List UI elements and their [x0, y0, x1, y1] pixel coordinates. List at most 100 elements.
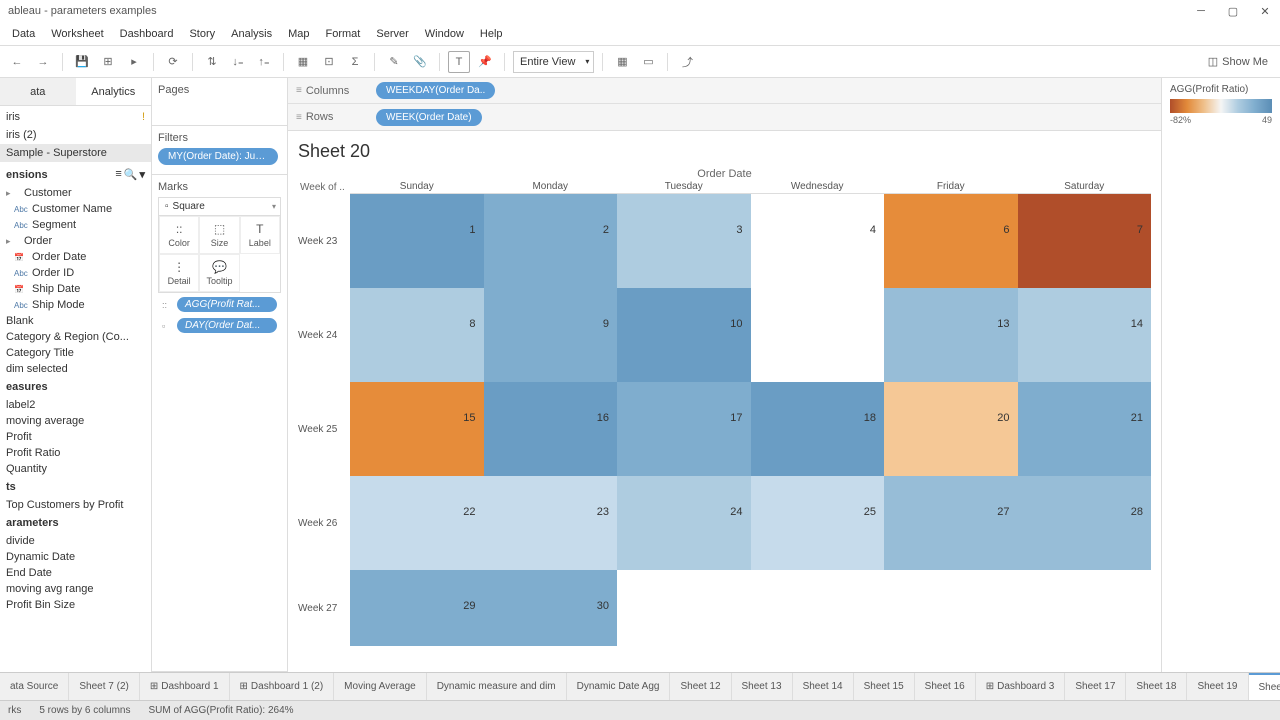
totals-button[interactable]: Σ [344, 51, 366, 73]
data-source-item[interactable]: iris (2) [0, 126, 151, 144]
dim-view-icon[interactable]: ≡ [115, 168, 121, 181]
sheet-tab[interactable]: Sheet 13 [732, 673, 793, 700]
heatmap-cell[interactable]: 14 [1018, 288, 1152, 382]
rows-pill[interactable]: WEEK(Order Date) [376, 109, 482, 126]
columns-pill[interactable]: WEEKDAY(Order Da.. [376, 82, 495, 99]
heatmap-cell[interactable]: 1 [350, 194, 484, 288]
heatmap-cell[interactable]: 28 [1018, 476, 1152, 570]
menu-story[interactable]: Story [181, 28, 223, 40]
marks-size[interactable]: ⬚Size [199, 216, 239, 254]
heatmap-cell[interactable]: 13 [884, 288, 1018, 382]
heatmap-cell[interactable]: 20 [884, 382, 1018, 476]
row-header[interactable]: Week 25 [298, 382, 350, 476]
color-legend-bar[interactable] [1170, 99, 1272, 113]
refresh-button[interactable]: ⟳ [162, 51, 184, 73]
save-button[interactable]: 💾 [71, 51, 93, 73]
dimension-field[interactable]: Blank [0, 313, 151, 329]
sheet-tab[interactable]: Sheet 20 [1249, 673, 1280, 700]
heatmap-cell[interactable] [617, 570, 751, 646]
heatmap-cell[interactable]: 8 [350, 288, 484, 382]
dimension-field[interactable]: AbcCustomer Name [0, 201, 151, 217]
new-data-button[interactable]: ⊞ [97, 51, 119, 73]
analytics-tab[interactable]: Analytics [76, 78, 152, 105]
sheet-tab[interactable]: ⊞Dashboard 1 (2) [230, 673, 335, 700]
row-header[interactable]: Week 23 [298, 194, 350, 288]
column-header[interactable]: Sunday [350, 180, 484, 194]
filter-pill[interactable]: MY(Order Date): Jun... [158, 148, 278, 165]
attach-button[interactable]: 📎 [409, 51, 431, 73]
parameter-field[interactable]: Dynamic Date [0, 549, 151, 565]
dimension-field[interactable]: Category Title [0, 345, 151, 361]
sheet-tab[interactable]: Sheet 7 (2) [69, 673, 139, 700]
sheet-tab[interactable]: Sheet 18 [1126, 673, 1187, 700]
heatmap-cell[interactable]: 3 [617, 194, 751, 288]
sort-asc-button[interactable]: ↓₌ [227, 51, 249, 73]
close-button[interactable]: ✕ [1258, 4, 1272, 18]
menu-format[interactable]: Format [318, 28, 369, 40]
new-sheet-button[interactable]: ▸ [123, 51, 145, 73]
measure-field[interactable]: Profit Ratio [0, 445, 151, 461]
sheet-tab[interactable]: Dynamic measure and dim [427, 673, 567, 700]
fit-dropdown[interactable]: Entire View [513, 51, 594, 73]
heatmap-cell[interactable] [751, 570, 885, 646]
mark-field-pill[interactable]: ▫DAY(Order Dat... [158, 316, 281, 335]
column-header[interactable]: Saturday [1018, 180, 1152, 194]
column-header[interactable]: Monday [484, 180, 618, 194]
sheet-title[interactable]: Sheet 20 [288, 131, 1161, 168]
row-header[interactable]: Week 27 [298, 570, 350, 646]
row-header[interactable]: Week 24 [298, 288, 350, 382]
filters-shelf[interactable]: Filters [158, 132, 281, 144]
parameter-field[interactable]: divide [0, 533, 151, 549]
maximize-button[interactable]: ▢ [1226, 4, 1240, 18]
heatmap-cell[interactable]: 7 [1018, 194, 1152, 288]
mark-field-pill[interactable]: ::AGG(Profit Rat... [158, 295, 281, 314]
sheet-tab[interactable]: Sheet 17 [1065, 673, 1126, 700]
dimension-field[interactable]: Category & Region (Co... [0, 329, 151, 345]
columns-shelf[interactable]: ≡Columns [296, 85, 356, 97]
dim-search-icon[interactable]: 🔍 [124, 168, 138, 181]
sheet-tab[interactable]: ⊞Dashboard 3 [976, 673, 1066, 700]
back-button[interactable]: ← [6, 51, 28, 73]
menu-map[interactable]: Map [280, 28, 317, 40]
menu-dashboard[interactable]: Dashboard [112, 28, 182, 40]
menu-worksheet[interactable]: Worksheet [43, 28, 111, 40]
heatmap-cell[interactable]: 21 [1018, 382, 1152, 476]
heatmap-cell[interactable]: 2 [484, 194, 618, 288]
dim-menu-icon[interactable]: ▾ [139, 168, 145, 181]
dimension-field[interactable]: 📅Ship Date [0, 281, 151, 297]
heatmap-cell[interactable] [1018, 570, 1152, 646]
sheet-tab[interactable]: Sheet 15 [854, 673, 915, 700]
sheet-tab[interactable]: ⊞Dashboard 1 [140, 673, 230, 700]
measure-field[interactable]: Profit [0, 429, 151, 445]
sheet-tab[interactable]: Sheet 14 [793, 673, 854, 700]
heatmap-cell[interactable]: 10 [617, 288, 751, 382]
heatmap-cell[interactable] [884, 570, 1018, 646]
menu-data[interactable]: Data [4, 28, 43, 40]
grid-button[interactable]: ▦ [292, 51, 314, 73]
heatmap-cell[interactable]: 27 [884, 476, 1018, 570]
share-button[interactable]: ⤴ [676, 51, 698, 73]
sheet-tab[interactable]: Sheet 12 [670, 673, 731, 700]
marks-color[interactable]: ::Color [159, 216, 199, 254]
heatmap-cell[interactable]: 22 [350, 476, 484, 570]
forward-button[interactable]: → [32, 51, 54, 73]
column-header[interactable]: Wednesday [751, 180, 885, 194]
marks-detail[interactable]: ⋮Detail [159, 254, 199, 292]
sheet-tab[interactable]: Moving Average [334, 673, 427, 700]
dimension-field[interactable]: AbcSegment [0, 217, 151, 233]
marks-tooltip[interactable]: 💬Tooltip [199, 254, 239, 292]
column-header[interactable]: Friday [884, 180, 1018, 194]
sheet-tab[interactable]: Dynamic Date Agg [567, 673, 671, 700]
heatmap-cell[interactable]: 15 [350, 382, 484, 476]
heatmap-cell[interactable] [751, 288, 885, 382]
data-tab[interactable]: ata [0, 78, 76, 105]
show-me-button[interactable]: ◫ Show Me [1202, 55, 1274, 68]
heatmap-cell[interactable]: 17 [617, 382, 751, 476]
dimension-field[interactable]: AbcOrder ID [0, 265, 151, 281]
card-button[interactable]: ▦ [611, 51, 633, 73]
presentation-button[interactable]: ▭ [637, 51, 659, 73]
heatmap-cell[interactable]: 6 [884, 194, 1018, 288]
parameter-field[interactable]: End Date [0, 565, 151, 581]
measure-field[interactable]: Quantity [0, 461, 151, 477]
menu-analysis[interactable]: Analysis [223, 28, 280, 40]
